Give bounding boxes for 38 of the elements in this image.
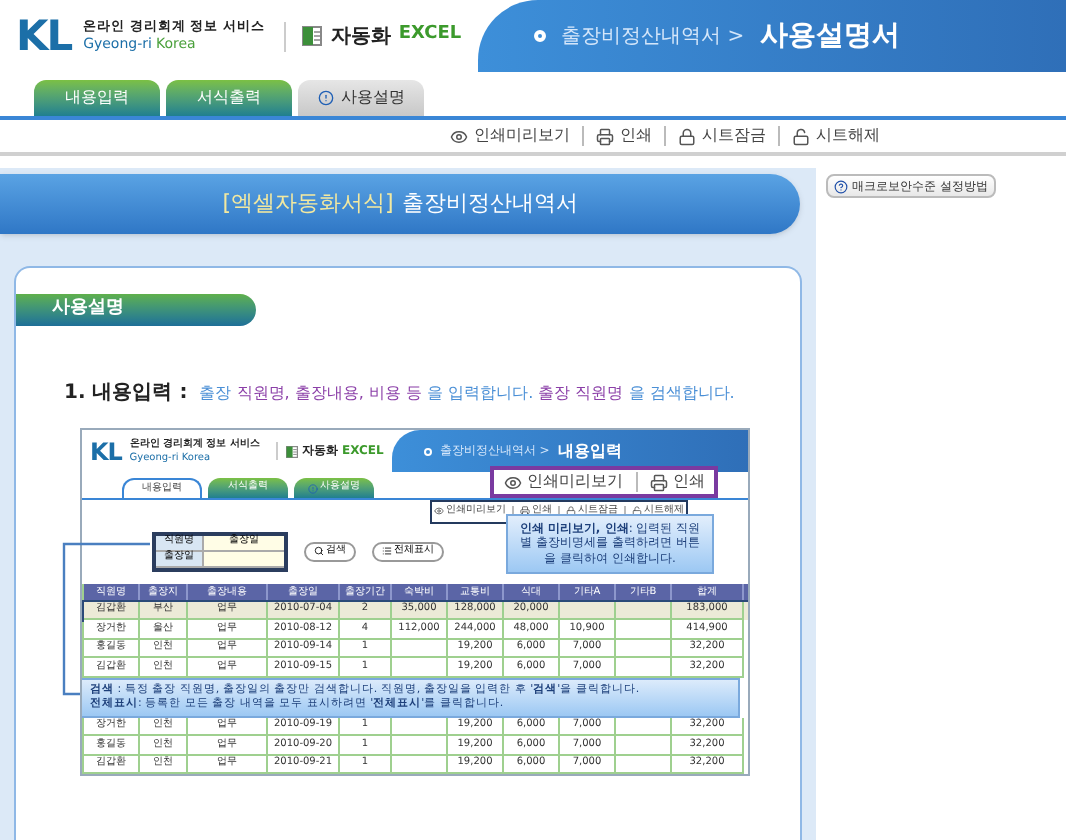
toolbar-button[interactable]: 인쇄 [596, 124, 652, 148]
logo-mark: KL [90, 439, 122, 464]
toolbar-button[interactable]: 인쇄미리보기 [450, 124, 570, 148]
product-tag: EXCEL [398, 22, 462, 50]
unlock-icon [632, 506, 642, 517]
toolbar-button[interactable]: 시트해제 [792, 124, 880, 148]
tab[interactable]: 사용설명 [298, 80, 424, 116]
printer-icon [596, 127, 614, 145]
info-icon [317, 90, 333, 106]
printer-icon [520, 506, 530, 517]
logo-mark: KL [16, 15, 72, 57]
sheet-icon [302, 26, 323, 46]
help-icon [834, 179, 848, 193]
toolbar-button[interactable]: 시트잠금 [678, 124, 766, 148]
breadcrumb: 출장비정산내역서 > [561, 23, 745, 51]
page-title: 내용입력 [557, 439, 622, 464]
printer-icon [649, 473, 667, 491]
page-title: 사용설명서 [760, 17, 901, 55]
sheet-icon [285, 445, 298, 458]
eye-icon [503, 473, 521, 491]
step-description: 출장 직원명, 출장내용, 비용 등 을 입력합니다. 출장 직원명 을 검색합니다. [199, 381, 735, 405]
product-name: 자동화 [330, 23, 391, 51]
toolbar-button[interactable]: 인쇄미리보기 [503, 470, 623, 494]
step-label: 1. 내용입력 : [64, 380, 188, 408]
lock-icon [678, 127, 696, 145]
lock-icon [566, 506, 576, 517]
eye-icon [434, 506, 444, 517]
bullet-icon [423, 447, 432, 456]
section-title: 사용설명 [16, 294, 256, 326]
info-icon [308, 483, 318, 494]
unlock-icon [792, 127, 810, 145]
eye-icon [450, 127, 468, 145]
banner-tag: [엑셀자동화서식] [222, 187, 394, 221]
list-icon [382, 546, 392, 556]
search-icon [314, 546, 324, 556]
toolbar-button[interactable]: 인쇄 [649, 470, 705, 494]
bullet-icon [533, 30, 546, 42]
banner-title: 출장비정산내역서 [401, 187, 578, 220]
